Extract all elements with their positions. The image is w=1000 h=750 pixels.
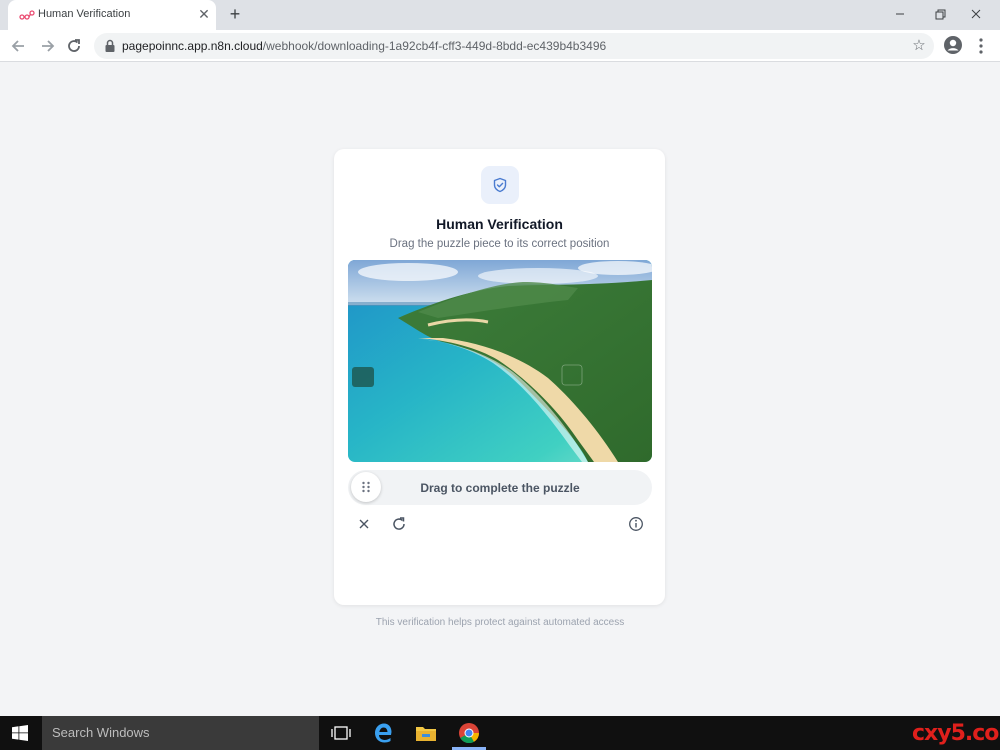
lock-icon xyxy=(105,39,115,52)
address-bar[interactable]: pagepoinnc.app.n8n.cloud/webhook/downloa… xyxy=(94,33,934,59)
close-icon[interactable]: ✕ xyxy=(196,6,212,22)
menu-dots-icon[interactable] xyxy=(974,36,988,56)
chrome-icon[interactable] xyxy=(457,721,481,745)
shield-check-icon xyxy=(493,177,507,193)
card-title: Human Verification xyxy=(436,216,563,232)
close-window-icon[interactable] xyxy=(966,4,986,24)
verification-card: Human Verification Drag the puzzle piece… xyxy=(334,149,665,605)
windows-taskbar: Search Windows xyxy=(0,716,1000,750)
browser-tab[interactable]: Human Verification ✕ xyxy=(8,0,216,30)
footer-note: This verification helps protect against … xyxy=(375,617,625,628)
watermark: cxy5.com xyxy=(912,721,1000,746)
browser-toolbar: pagepoinnc.app.n8n.cloud/webhook/downloa… xyxy=(0,30,1000,62)
refresh-icon[interactable] xyxy=(390,515,408,533)
restore-icon[interactable] xyxy=(930,4,950,24)
beach-landscape-image xyxy=(348,260,652,462)
tab-title: Human Verification xyxy=(38,8,131,20)
url-text: pagepoinnc.app.n8n.cloud/webhook/downloa… xyxy=(122,39,607,53)
taskbar-search-box[interactable]: Search Windows xyxy=(42,716,319,750)
card-subtitle: Drag the puzzle piece to its correct pos… xyxy=(389,238,610,250)
taskbar-search-placeholder: Search Windows xyxy=(52,725,150,740)
slider-label: Drag to complete the puzzle xyxy=(420,481,580,495)
file-explorer-icon[interactable] xyxy=(414,721,438,745)
minimize-icon[interactable] xyxy=(890,4,910,24)
favicon-icon xyxy=(19,10,35,20)
shield-badge xyxy=(481,166,519,204)
close-icon[interactable] xyxy=(355,515,373,533)
back-arrow-icon[interactable] xyxy=(9,36,29,56)
info-icon[interactable] xyxy=(627,515,645,533)
forward-arrow-icon[interactable] xyxy=(37,36,57,56)
plus-icon[interactable]: + xyxy=(226,5,244,23)
puzzle-image xyxy=(348,260,652,462)
windows-start-icon[interactable] xyxy=(12,725,28,741)
star-icon[interactable]: ☆ xyxy=(910,37,928,55)
puzzle-slider-track[interactable]: Drag to complete the puzzle xyxy=(348,470,652,505)
reload-icon[interactable] xyxy=(64,36,84,56)
profile-icon[interactable] xyxy=(943,35,963,55)
tab-strip: Human Verification ✕ + xyxy=(0,0,1000,30)
edge-icon[interactable] xyxy=(371,721,395,745)
task-view-icon[interactable] xyxy=(329,721,353,745)
